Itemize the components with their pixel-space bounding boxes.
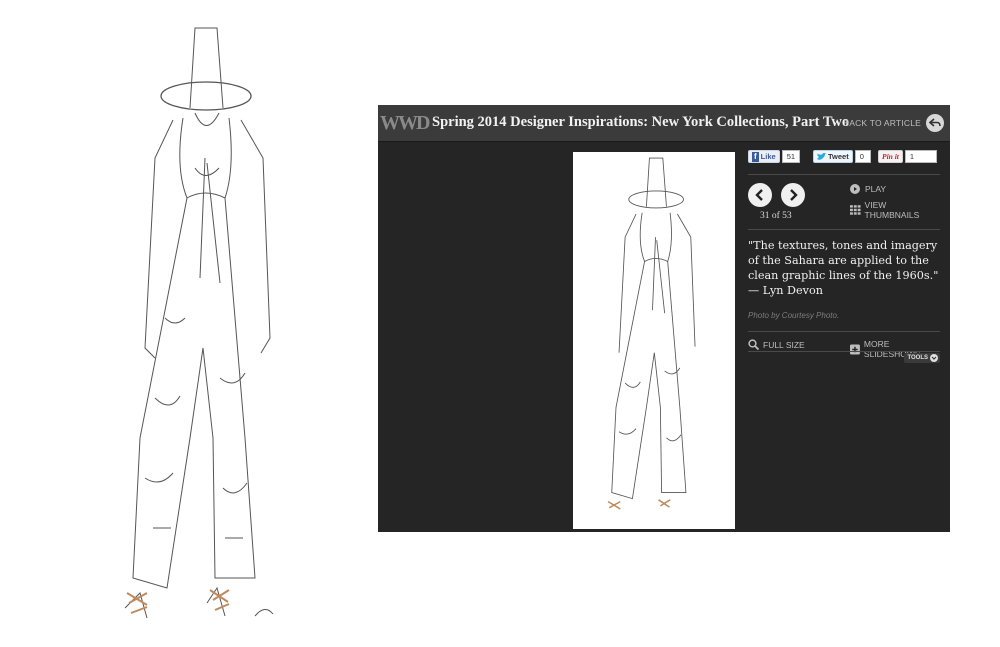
facebook-like-label: Like xyxy=(760,152,776,161)
divider xyxy=(748,331,940,332)
facebook-like-count: 51 xyxy=(781,150,801,163)
divider xyxy=(748,174,940,175)
grid-icon xyxy=(850,205,861,215)
previous-slide-button[interactable] xyxy=(748,183,772,207)
slide-image[interactable] xyxy=(573,152,735,529)
full-size-button[interactable]: FULL SIZE xyxy=(748,339,805,350)
back-icon xyxy=(926,114,944,132)
slide-counter: 31 of 53 xyxy=(760,211,792,221)
slide-navigation: 31 of 53 PLAY VIEW THUMBNAILS xyxy=(748,183,940,223)
view-thumbnails-button[interactable]: VIEW THUMBNAILS xyxy=(850,200,940,220)
slideshow-title: Spring 2014 Designer Inspirations: New Y… xyxy=(432,114,850,130)
magnifier-icon xyxy=(748,339,759,350)
photo-credit: Photo by Courtesy Photo. xyxy=(748,311,840,320)
slideshow-header: WWD Spring 2014 Designer Inspirations: N… xyxy=(378,105,950,142)
twitter-icon xyxy=(817,152,826,160)
facebook-icon: f xyxy=(752,151,759,162)
full-size-label: FULL SIZE xyxy=(763,339,805,350)
back-to-article-link[interactable]: BACK TO ARTICLE xyxy=(843,113,944,133)
pin-it-button[interactable]: Pin it 1 xyxy=(878,150,937,163)
pin-it-label: Pin it xyxy=(882,152,899,161)
tools-row: FULL SIZE MORE SLIDESHOWS xyxy=(748,337,940,359)
social-share-bar: f Like 51 Tweet 0 Pin it 1 xyxy=(748,150,940,166)
fashion-sketch-small xyxy=(607,157,696,510)
prev-arrow-icon xyxy=(755,189,763,201)
slideshow-panel: WWD Spring 2014 Designer Inspirations: N… xyxy=(378,105,950,532)
play-button[interactable]: PLAY xyxy=(850,184,886,194)
tools-label: TOOLS xyxy=(907,355,928,361)
fashion-sketch-large xyxy=(124,27,274,619)
tweet-label: Tweet xyxy=(828,152,849,161)
divider xyxy=(748,229,940,230)
next-arrow-icon xyxy=(790,189,798,201)
chevron-down-icon xyxy=(930,354,938,362)
slide-caption-quote: "The textures, tones and imagery of the … xyxy=(748,239,939,297)
back-to-article-label: BACK TO ARTICLE xyxy=(843,118,921,128)
divider xyxy=(748,351,940,352)
tweet-count: 0 xyxy=(854,150,871,163)
pin-count: 1 xyxy=(904,150,937,163)
tweet-button[interactable]: Tweet 0 xyxy=(813,150,871,163)
view-thumbnails-label: VIEW THUMBNAILS xyxy=(864,200,920,220)
pinterest-icon: Pin it xyxy=(878,150,903,163)
facebook-like-button[interactable]: f Like 51 xyxy=(748,150,801,163)
tools-dropdown[interactable]: TOOLS xyxy=(904,353,940,363)
play-label: PLAY xyxy=(865,184,887,194)
next-slide-button[interactable] xyxy=(781,183,805,207)
plus-icon xyxy=(850,344,860,354)
play-icon xyxy=(850,184,860,194)
wwd-logo[interactable]: WWD xyxy=(380,111,430,135)
